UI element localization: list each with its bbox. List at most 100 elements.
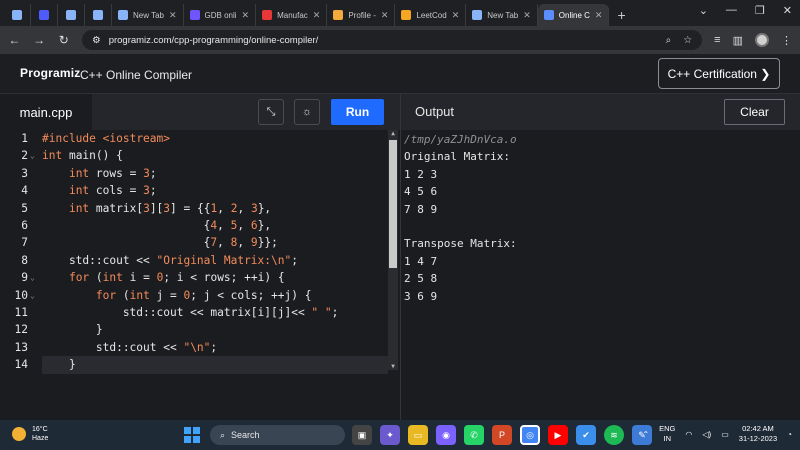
globe-icon [118, 10, 128, 20]
code-editor[interactable]: 1 2 ⌄ 3 4 5 6 7 8 9 ⌄ 10 ⌄ 11 12 13 14 #include <iostrea… [0, 130, 400, 420]
tab-close-icon[interactable]: ✕ [169, 10, 177, 21]
forward-icon[interactable]: → [33, 33, 46, 47]
editor-scrollbar[interactable]: ▲ ▼ [388, 130, 398, 370]
spotify-icon[interactable]: ≋ [604, 425, 624, 445]
minimize-icon[interactable]: — [726, 4, 737, 17]
theme-toggle-icon[interactable]: ☼ [294, 99, 320, 125]
task-view-icon[interactable]: ▣ [352, 425, 372, 445]
browser-tab[interactable]: New Tab ✕ [466, 4, 538, 26]
code-line[interactable]: std::cout << matrix[i][j]<< " "; [42, 304, 339, 321]
browser-tab[interactable]: Profile - ✕ [327, 4, 396, 26]
profile-icon [333, 10, 344, 20]
volume-icon[interactable]: ◁) [702, 430, 711, 439]
output-toolbar: Output Clear [400, 94, 800, 130]
reload-icon[interactable]: ↻ [57, 33, 70, 47]
file-explorer-icon[interactable]: ▭ [408, 425, 428, 445]
tab-title: LeetCod [416, 10, 447, 20]
browser-tab[interactable]: New Tab ✕ [112, 4, 184, 26]
browser-tab[interactable]: GDB onli ✕ [184, 4, 257, 26]
code-line[interactable]: std::cout << "\n"; [42, 339, 217, 356]
code-line[interactable]: {7, 8, 9}}; [42, 234, 278, 251]
chevron-down-icon[interactable]: ⌄ [699, 4, 708, 17]
code-line[interactable]: int main() { [42, 147, 123, 164]
battery-icon[interactable]: ▭ [721, 430, 729, 439]
manufac-icon [262, 10, 273, 20]
clock[interactable]: 02:42 AM 31-12-2023 [739, 424, 777, 444]
site-info-icon[interactable]: ⚙ [92, 35, 101, 46]
code-line[interactable]: int cols = 3; [42, 182, 157, 199]
scroll-down-icon[interactable]: ▼ [388, 363, 398, 370]
code-line[interactable]: #include <iostream> [42, 130, 170, 147]
chevron-up-icon[interactable]: ⌃ [642, 430, 649, 439]
code-line[interactable]: for (int i = 0; i < rows; ++i) { [42, 269, 285, 286]
browser-tab[interactable] [31, 4, 58, 26]
fold-chevron-icon[interactable]: ⌄ [30, 269, 35, 286]
editor-toolbar: main.cpp ⤡ ☼ Run [0, 94, 400, 130]
fold-chevron-icon[interactable]: ⌄ [30, 287, 35, 304]
code-line[interactable]: std::cout << "Original Matrix:\n"; [42, 252, 298, 269]
browser-tab[interactable] [4, 4, 31, 26]
search-icon: ⌕ [220, 429, 226, 440]
tab-close-icon[interactable]: ✕ [595, 10, 603, 21]
chrome-icon[interactable]: ◎ [520, 425, 540, 445]
notification-icon[interactable]: ◔ [787, 430, 792, 439]
scrollbar-thumb[interactable] [389, 140, 397, 268]
file-tab[interactable]: main.cpp [0, 94, 92, 130]
copilot-icon[interactable]: ✦ [380, 425, 400, 445]
certification-button[interactable]: C++ Certification ❯ [658, 58, 780, 89]
gdb-icon [189, 10, 200, 20]
browser-tab[interactable]: Manufac ✕ [256, 4, 328, 26]
powerpoint-icon[interactable]: P [492, 425, 512, 445]
tab-title: New Tab [487, 10, 519, 20]
bookmark-star-icon[interactable]: ☆ [683, 35, 692, 46]
profile-avatar[interactable] [754, 33, 769, 47]
line-number: 9 [21, 271, 28, 285]
fullscreen-icon[interactable]: ⤡ [258, 99, 284, 125]
tab-close-icon[interactable]: ✕ [313, 10, 321, 21]
weather-widget[interactable]: 16°C Haze [12, 425, 48, 443]
tab-close-icon[interactable]: ✕ [242, 10, 250, 21]
code-line[interactable]: } [42, 356, 388, 374]
code-line[interactable]: {4, 5, 6}, [42, 217, 271, 234]
back-icon[interactable]: ← [8, 33, 21, 47]
scroll-up-icon[interactable]: ▲ [388, 130, 398, 137]
run-button[interactable]: Run [331, 99, 384, 125]
youtube-icon[interactable]: ▶ [548, 425, 568, 445]
whatsapp-icon[interactable]: ✆ [464, 425, 484, 445]
browser-tab[interactable] [58, 4, 85, 26]
code-line[interactable]: for (int j = 0; j < cols; ++j) { [42, 287, 312, 304]
code-line[interactable]: int matrix[3][3] = {{1, 2, 3}, [42, 200, 271, 217]
zoom-icon[interactable]: ⌕ [666, 35, 672, 46]
clear-button[interactable]: Clear [724, 99, 785, 125]
extensions-icon[interactable]: ≡ [714, 34, 720, 46]
taskbar-search-input[interactable]: ⌕ Search [210, 425, 345, 445]
tab-close-icon[interactable]: ✕ [452, 10, 460, 21]
side-panel-icon[interactable]: ▥ [733, 34, 743, 47]
browser-tab[interactable]: Online C ✕ [537, 4, 610, 26]
code-line[interactable]: int rows = 3; [42, 165, 157, 182]
line-number: 4 [21, 184, 28, 198]
todo-icon[interactable]: ✔ [576, 425, 596, 445]
tab-close-icon[interactable]: ✕ [381, 10, 389, 21]
url-text: programiz.com/cpp-programming/online-com… [108, 34, 319, 46]
language-indicator[interactable]: ENG IN [659, 424, 675, 444]
url-input[interactable]: ⚙ programiz.com/cpp-programming/online-c… [82, 30, 703, 50]
start-windows-icon[interactable] [184, 427, 200, 443]
programiz-logo[interactable]: Programiz [20, 66, 80, 80]
clock-time: 02:42 AM [742, 424, 774, 433]
tab-title: Manufac [277, 10, 308, 20]
restore-icon[interactable]: ❐ [755, 4, 765, 17]
tab-title: GDB onli [204, 10, 237, 20]
lang-bottom: IN [663, 434, 672, 443]
wifi-icon[interactable]: ◠ [685, 430, 692, 439]
menu-icon[interactable]: ⋮ [781, 34, 792, 47]
browser-tab[interactable] [85, 4, 112, 26]
tab-close-icon[interactable]: ✕ [523, 10, 531, 21]
chat-icon[interactable]: ◉ [436, 425, 456, 445]
line-number: 2 [21, 149, 28, 163]
new-tab-button[interactable]: + [609, 4, 633, 26]
fold-chevron-icon[interactable]: ⌄ [30, 147, 35, 164]
close-icon[interactable]: ✕ [783, 4, 792, 17]
code-line[interactable]: } [42, 321, 103, 338]
browser-tab[interactable]: LeetCod ✕ [395, 4, 467, 26]
